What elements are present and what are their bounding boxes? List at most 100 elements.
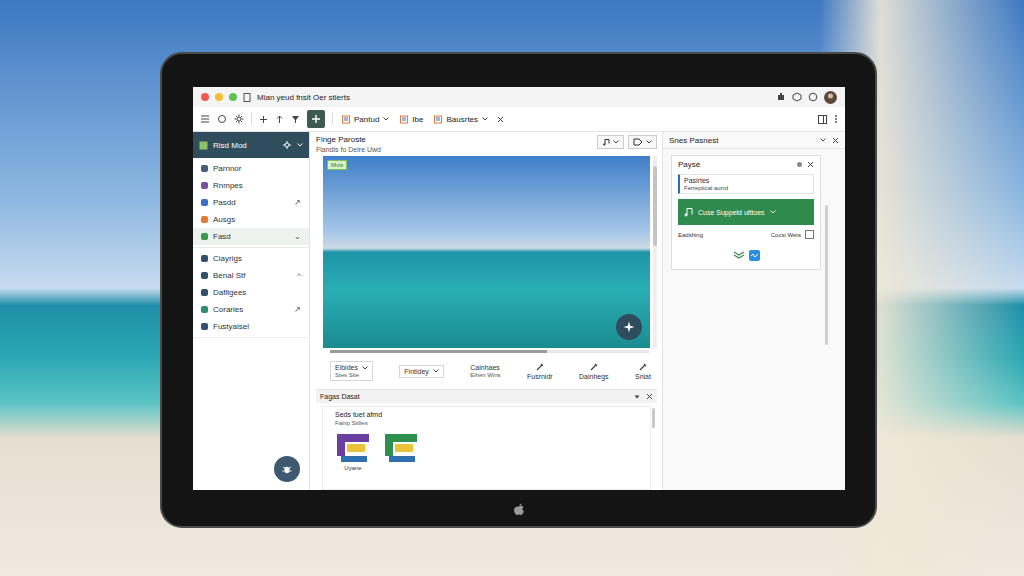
- arrow-icon[interactable]: [275, 115, 284, 124]
- collapse-icon[interactable]: [634, 395, 640, 399]
- wave-icon[interactable]: [749, 250, 760, 261]
- control-label: Eibides: [335, 364, 358, 371]
- bug-button[interactable]: [274, 456, 300, 482]
- sidebar-item[interactable]: Dafllgees: [193, 284, 309, 301]
- close-icon[interactable]: [646, 393, 653, 400]
- control[interactable]: EibidesStes Stie: [330, 361, 373, 381]
- sidebar-item-label: Coraries: [213, 305, 243, 314]
- control[interactable]: CainhaesEihen Wins: [470, 364, 500, 378]
- sidebar-item-label: Parnnor: [213, 164, 241, 173]
- sidebar-item[interactable]: Benal Stf^: [193, 267, 309, 284]
- close-dot[interactable]: [201, 93, 209, 101]
- tile[interactable]: [383, 432, 419, 471]
- control[interactable]: Dainhegs: [579, 362, 609, 380]
- close-icon[interactable]: [497, 116, 504, 123]
- layers-icon[interactable]: [733, 250, 745, 259]
- sidebar-item[interactable]: Fasd⌄: [193, 228, 309, 245]
- settings-icon[interactable]: [282, 140, 292, 150]
- sidebar-item[interactable]: Rnmpes: [193, 177, 309, 194]
- circle-icon[interactable]: [808, 92, 818, 102]
- control-label: Dainhegs: [579, 373, 609, 380]
- item-mark: ↗: [294, 305, 301, 314]
- text-field[interactable]: PasirtesFerreptical aurrd: [678, 174, 814, 194]
- chevron-down-icon[interactable]: [820, 138, 826, 142]
- filter-icon[interactable]: [291, 115, 300, 124]
- chevron-down-icon: [433, 369, 439, 373]
- title-bar: Mian yeud fnsit Oer stierts: [193, 87, 845, 107]
- more-icon[interactable]: [834, 114, 838, 124]
- primary-button-label: Cuse Suppeld ulttoes: [698, 209, 765, 216]
- sidebar-group: CiayrigsBenal Stf^Dafllgees Coraries ↗ Fust…: [193, 248, 309, 338]
- sidebar-header[interactable]: Risd Mod: [193, 132, 309, 158]
- sidebar-item[interactable]: Coraries ↗: [193, 301, 309, 318]
- sidebar-item-label: Pasdd: [213, 198, 236, 207]
- window-title: Mian yeud fnsit Oer stierts: [257, 93, 350, 102]
- close-icon[interactable]: [807, 161, 814, 168]
- avatar-icon[interactable]: [824, 91, 837, 104]
- add-icon: [311, 114, 321, 124]
- toolbar-item-label: Bausrtes: [446, 115, 478, 124]
- info-icon[interactable]: [797, 162, 802, 167]
- bottom-panel-content: Seds tuet afmdFainp SitllesUyane: [322, 406, 651, 490]
- effects-button[interactable]: [616, 314, 642, 340]
- chevron-down-icon[interactable]: [297, 143, 303, 147]
- image-badge: Mvis: [327, 160, 347, 170]
- checkbox[interactable]: [805, 230, 814, 239]
- chevron-down-icon: [613, 140, 619, 144]
- hexagon-icon[interactable]: [792, 92, 802, 102]
- control[interactable]: Fusrnidr: [527, 362, 553, 380]
- item-icon: [201, 272, 208, 279]
- mode-icon: [199, 141, 208, 150]
- tile[interactable]: Uyane: [335, 432, 371, 471]
- plus-icon[interactable]: [259, 115, 268, 124]
- refresh-icon[interactable]: [217, 114, 227, 124]
- menu-icon[interactable]: [200, 114, 210, 124]
- panel-icon[interactable]: [818, 115, 827, 124]
- gear-icon[interactable]: [234, 114, 244, 124]
- bug-icon: [281, 463, 293, 475]
- tag-button[interactable]: [628, 135, 657, 149]
- sparkle-icon: [623, 321, 635, 333]
- view-button[interactable]: [597, 135, 624, 149]
- toolbar-item[interactable]: Pantud: [340, 115, 391, 124]
- bottom-panel: Fagas Dasat Seds tuet afmdFainp SitllesUy…: [316, 389, 657, 490]
- bottom-panel-title: Fagas Dasat: [320, 393, 360, 400]
- toolbar-item[interactable]: Bausrtes: [432, 115, 490, 124]
- horizontal-scrollbar[interactable]: [330, 350, 649, 353]
- sidebar-item[interactable]: Ciayrigs: [193, 250, 309, 267]
- toolbar-item-icon: [400, 115, 408, 124]
- bottom-scrollbar[interactable]: [652, 408, 655, 428]
- add-button[interactable]: [307, 110, 325, 128]
- zoom-dot[interactable]: [229, 93, 237, 101]
- control-label: Cainhaes: [470, 364, 500, 371]
- item-mark: ^: [297, 271, 301, 280]
- tile-caption: Uyane: [344, 465, 361, 471]
- tool-icon: [638, 362, 648, 372]
- sidebar-item[interactable]: Parnnor: [193, 160, 309, 177]
- control[interactable]: Fintidey: [399, 365, 444, 378]
- primary-button[interactable]: Cuse Suppeld ulttoes: [678, 199, 814, 225]
- control[interactable]: Sniat: [635, 362, 651, 380]
- document-icon: [243, 93, 251, 102]
- sidebar-item[interactable]: Pasdd↗: [193, 194, 309, 211]
- sidebar-item[interactable]: Ausgs: [193, 211, 309, 228]
- side-panel-title: Snes Pasnest: [669, 136, 718, 145]
- beach-background: Mian yeud fnsit Oer stierts Pantud Ibe Baus…: [0, 0, 1024, 576]
- sidebar-item[interactable]: Fustyaisel: [193, 318, 309, 335]
- close-icon[interactable]: [832, 137, 839, 144]
- side-scrollbar[interactable]: [825, 205, 828, 345]
- side-panel-header: Snes Pasnest: [663, 132, 845, 149]
- checkbox-label: Cocsi Wets: [771, 232, 801, 238]
- chevron-down-icon: [646, 140, 652, 144]
- control-sublabel: Eihen Wins: [470, 372, 500, 378]
- minimize-dot[interactable]: [215, 93, 223, 101]
- item-icon: [201, 165, 208, 172]
- vertical-scrollbar[interactable]: [653, 156, 657, 348]
- sidebar-item-label: Fasd: [213, 232, 231, 241]
- control-label: Fintidey: [404, 368, 429, 375]
- puzzle-icon[interactable]: [776, 92, 786, 102]
- scroll-thumb[interactable]: [330, 350, 547, 353]
- toolbar-item[interactable]: Ibe: [398, 115, 425, 124]
- editor: Finge ParosteFlandis fo Deire UwdMvisEib…: [310, 132, 662, 490]
- app-window: Mian yeud fnsit Oer stierts Pantud Ibe Baus…: [193, 87, 845, 490]
